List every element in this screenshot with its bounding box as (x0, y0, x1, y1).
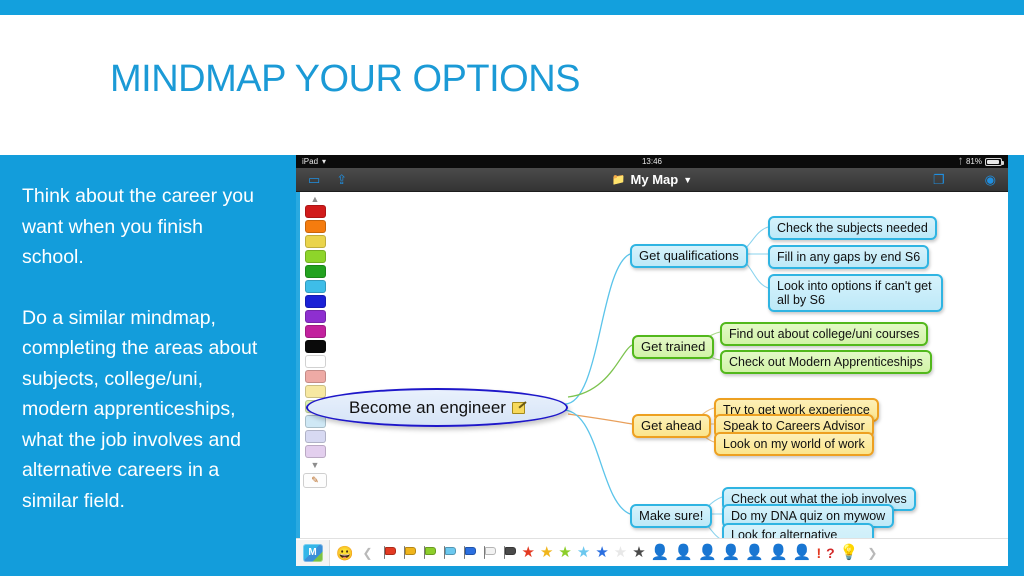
sticker-toolbar[interactable]: M 😀 ❮ ★ ★ ★ ★ ★ ★ ★ 👤 👤 👤 👤 👤 👤 👤!? 💡 ❯ (296, 538, 1008, 566)
flag-sticker[interactable] (422, 545, 437, 560)
star-sticker[interactable]: ★ (632, 545, 645, 560)
child-node[interactable]: Look into options if can't get all by S6 (768, 274, 943, 312)
sticker-item-list[interactable]: 😀 ❮ ★ ★ ★ ★ ★ ★ ★ 👤 👤 👤 👤 👤 👤 👤!? 💡 ❯ (330, 545, 1008, 560)
slide-bottom-accent-bar (296, 566, 1024, 576)
body-paragraph-2: Do a similar mindmap, completing the are… (22, 306, 258, 512)
note-edit-icon[interactable] (511, 401, 525, 414)
child-node[interactable]: Look on my world of work (714, 432, 874, 456)
branch-node[interactable]: Get ahead (632, 414, 711, 438)
flag-sticker[interactable] (382, 545, 397, 560)
bluetooth-icon: ᛏ (958, 157, 963, 166)
app-icon-letter: M (308, 547, 317, 558)
battery-percent-label: 81% (965, 157, 982, 166)
chevron-down-icon: ▼ (683, 174, 693, 185)
person-sticker[interactable]: 👤 (651, 545, 670, 560)
person-sticker[interactable]: 👤 (769, 545, 788, 560)
app-toolbar: ▭ ⇪ 📁 My Map ▼ ❐ ◉ (296, 168, 1008, 192)
child-node[interactable]: Fill in any gaps by end S6 (768, 245, 930, 269)
smiley-face-icon[interactable]: 😀 (336, 546, 353, 560)
person-sticker[interactable]: 👤 (722, 545, 741, 560)
branch-node-label: Make sure! (639, 508, 704, 523)
child-node[interactable]: Find out about college/uni courses (720, 322, 929, 346)
document-title-label: My Map (630, 172, 679, 187)
battery-icon (985, 157, 1004, 166)
person-sticker[interactable]: 👤 (698, 545, 717, 560)
star-sticker[interactable]: ★ (595, 545, 608, 560)
page-title: MINDMAP YOUR OPTIONS (110, 58, 581, 100)
child-node-label: Speak to Careers Advisor (723, 419, 865, 433)
flag-sticker[interactable] (482, 545, 497, 560)
branch-node-label: Get qualifications (639, 248, 739, 263)
slide-body-panel: Think about the career you want when you… (0, 155, 296, 576)
child-node-label: Look on my world of work (723, 437, 865, 451)
star-sticker[interactable]: ★ (614, 545, 627, 560)
flag-sticker[interactable] (502, 545, 517, 560)
child-node-label: Fill in any gaps by end S6 (777, 250, 921, 264)
child-node-label: Do my DNA quiz on mywow (731, 509, 886, 523)
lightbulb-icon[interactable]: 💡 (840, 545, 859, 560)
imindmap-cube-icon[interactable]: M (296, 539, 330, 566)
central-node[interactable]: Become an engineer (306, 388, 568, 427)
child-node-label: Look into options if can't get all by S6 (777, 279, 932, 307)
child-node-label: Check the subjects needed (777, 221, 928, 235)
mindmap[interactable]: Become an engineer Get qualifications Che… (300, 192, 1008, 566)
star-sticker[interactable]: ★ (522, 545, 535, 560)
branch-node[interactable]: Get trained (632, 335, 715, 359)
chevron-left-icon[interactable]: ❮ (358, 546, 376, 560)
child-node-label: Find out about college/uni courses (729, 327, 920, 341)
star-sticker[interactable]: ★ (558, 545, 571, 560)
chevron-right-icon[interactable]: ❯ (863, 546, 881, 560)
body-paragraph-1: Think about the career you want when you… (22, 185, 254, 268)
child-node[interactable]: Check out Modern Apprenticeships (720, 350, 932, 374)
branch-node-label: Get ahead (641, 418, 702, 433)
child-node-label: Check out Modern Apprenticeships (729, 355, 923, 369)
person-sticker[interactable]: 👤 (793, 545, 812, 560)
ipad-screenshot: iPad ▾ 13:46 ᛏ 81% ▭ ⇪ 📁 My Map ▼ ❐ ◉ ▲ (296, 155, 1008, 566)
ios-status-bar: iPad ▾ 13:46 ᛏ 81% (296, 155, 1008, 168)
slide-top-accent-bar (0, 0, 1024, 15)
person-sticker[interactable]: 👤 (745, 545, 764, 560)
map-canvas-area: ▲ ▼ ✎ Become an engineer Get qualificati… (296, 192, 1008, 566)
status-bar-clock: 13:46 (641, 157, 663, 166)
branch-node[interactable]: Get qualifications (630, 244, 748, 268)
star-sticker[interactable]: ★ (577, 545, 590, 560)
star-sticker[interactable]: ★ (540, 545, 553, 560)
question-sticker[interactable]: ? (826, 546, 835, 560)
folder-icon: 📁 (611, 174, 626, 186)
branch-node[interactable]: Make sure! (630, 504, 713, 528)
exclamation-sticker[interactable]: ! (816, 546, 821, 560)
slide-right-accent-bar (1008, 155, 1024, 576)
branch-node-label: Get trained (641, 339, 706, 354)
flag-sticker[interactable] (442, 545, 457, 560)
flag-sticker[interactable] (402, 545, 417, 560)
central-node-label: Become an engineer (349, 397, 506, 417)
document-title-menu[interactable]: 📁 My Map ▼ (296, 172, 1008, 187)
child-node[interactable]: Check the subjects needed (768, 216, 937, 240)
person-sticker[interactable]: 👤 (674, 545, 693, 560)
flag-sticker[interactable] (462, 545, 477, 560)
